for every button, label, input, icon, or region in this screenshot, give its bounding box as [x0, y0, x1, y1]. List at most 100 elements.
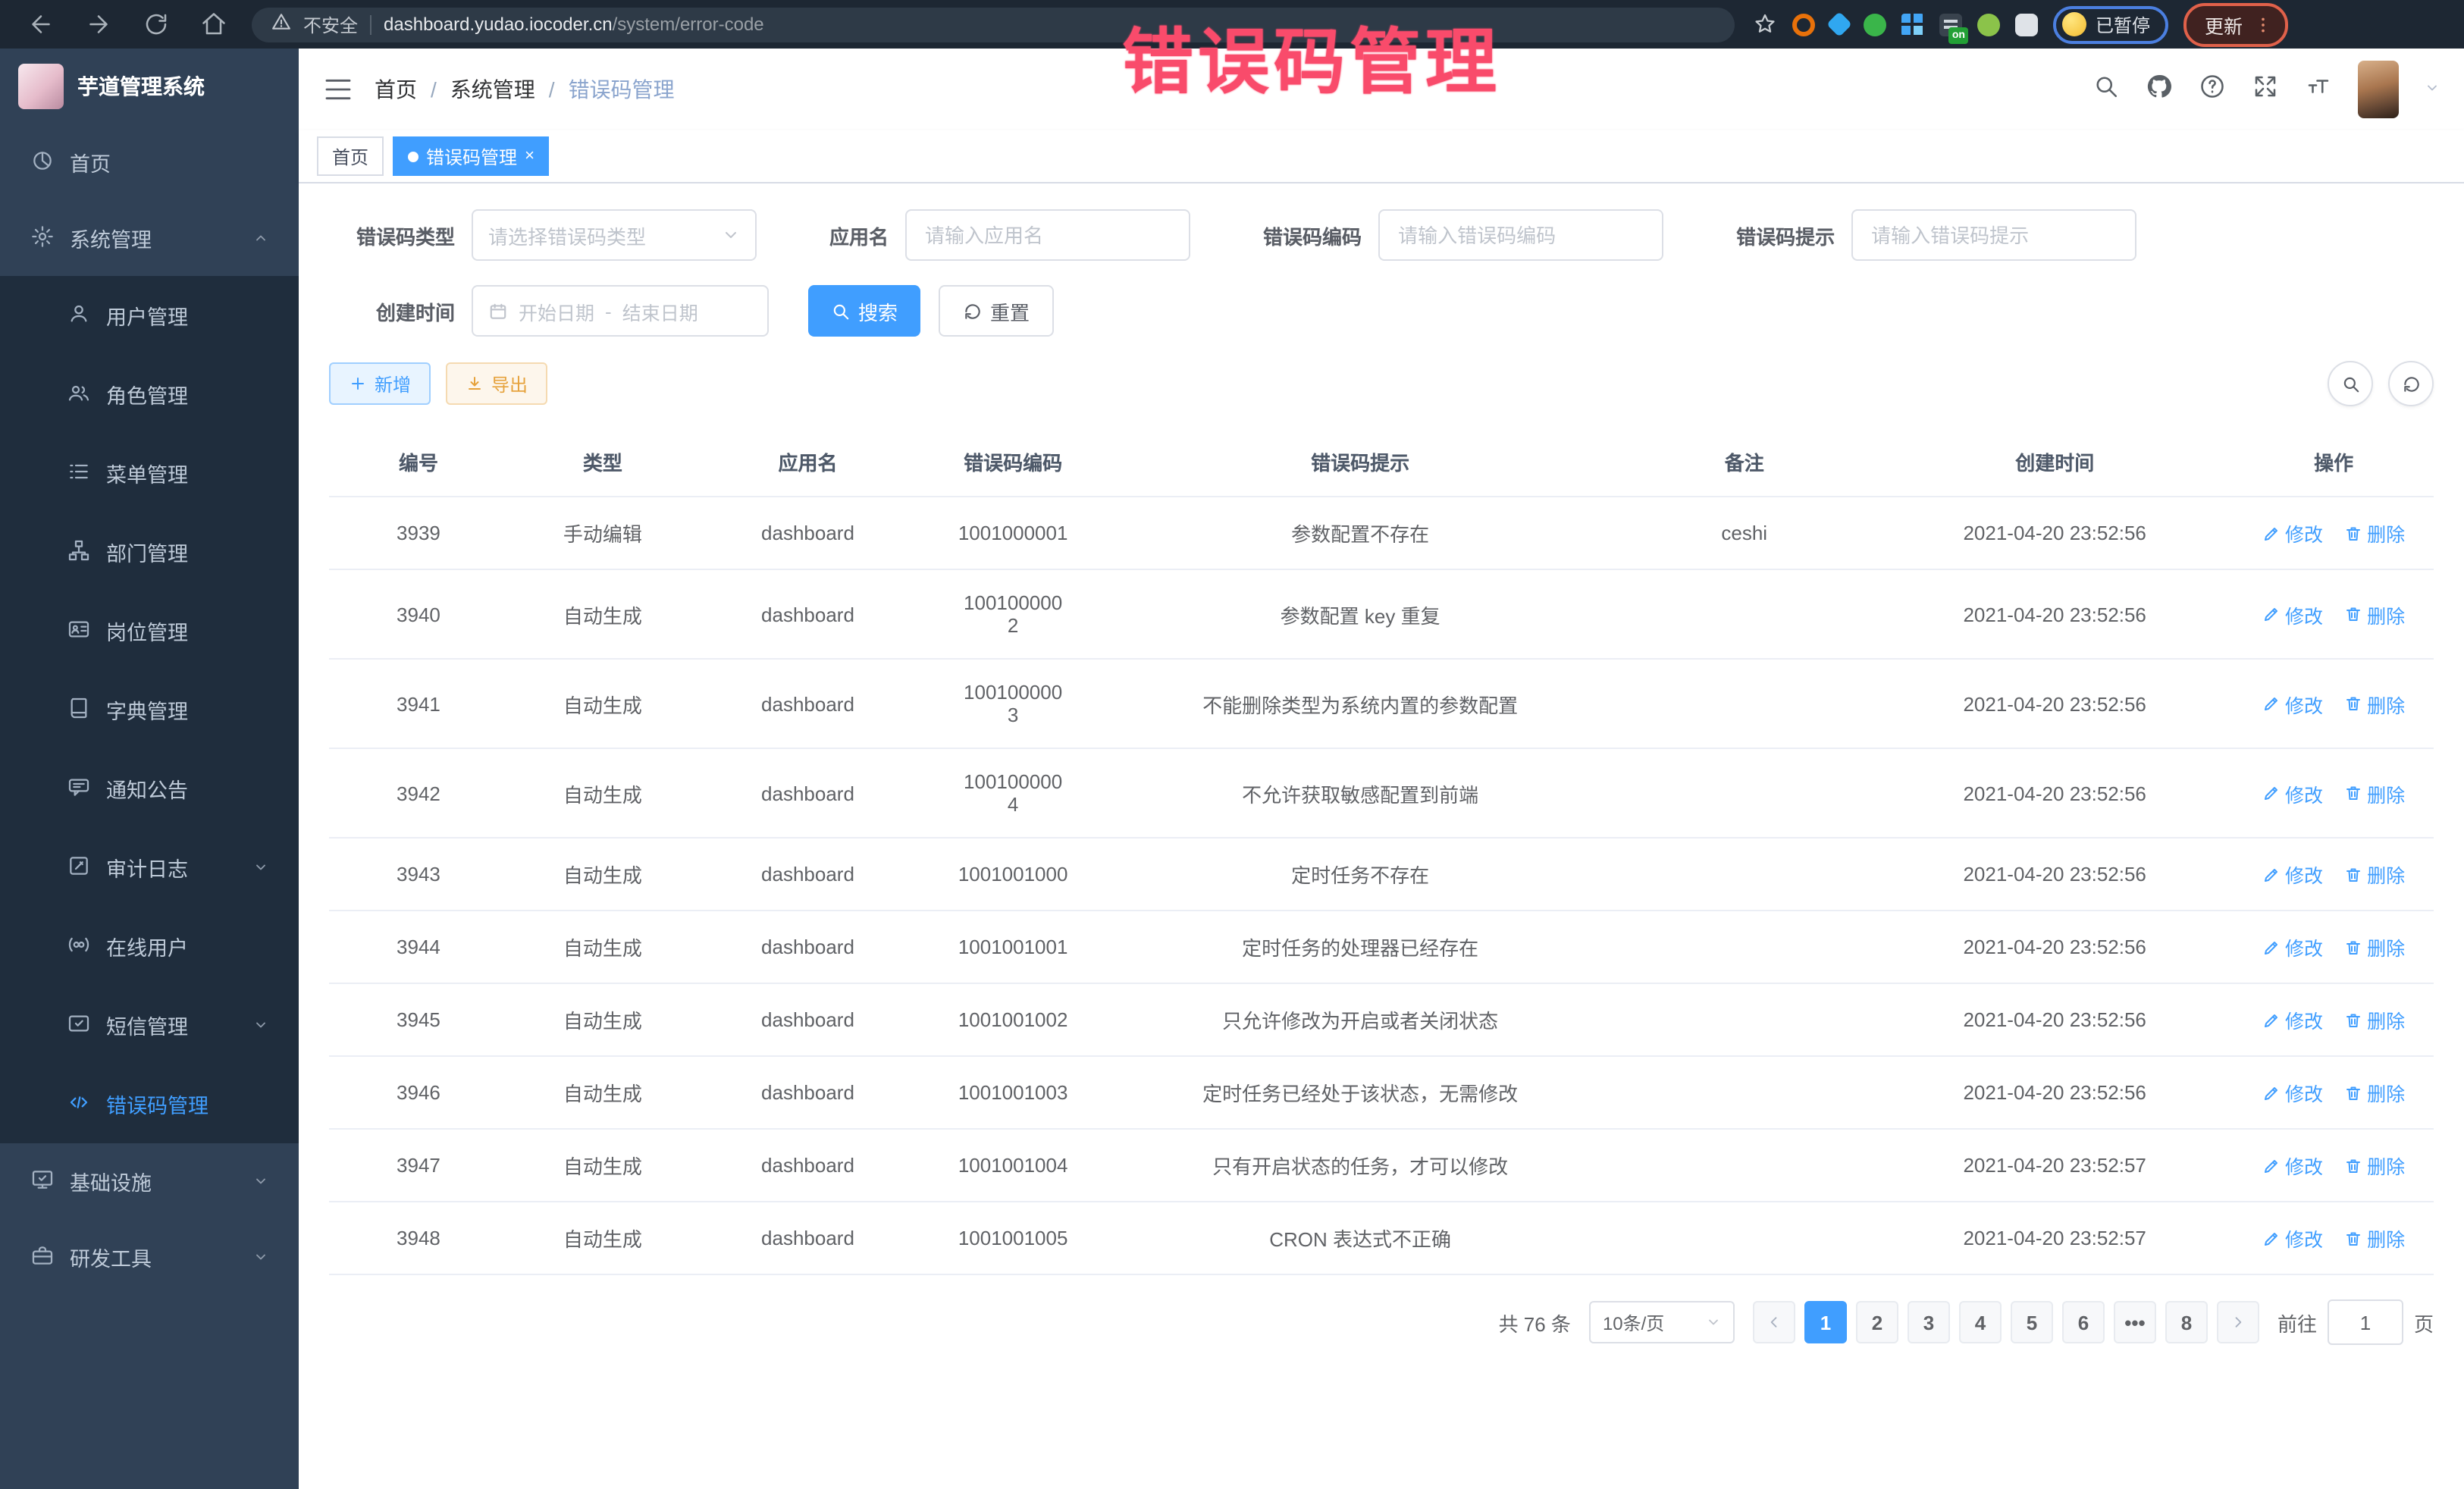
- page-button[interactable]: 3: [1908, 1301, 1950, 1343]
- extension-puzzle-icon[interactable]: [2015, 13, 2038, 36]
- prev-page-button[interactable]: [1753, 1301, 1795, 1343]
- sidebar-item[interactable]: 首页: [0, 124, 299, 200]
- extension-gem-icon[interactable]: [1826, 11, 1852, 37]
- delete-link[interactable]: 删除: [2344, 1005, 2405, 1034]
- delete-link[interactable]: 删除: [2344, 689, 2405, 718]
- active-tab-dot: [408, 151, 419, 161]
- page-button[interactable]: 2: [1856, 1301, 1898, 1343]
- forward-icon[interactable]: [85, 11, 112, 38]
- browser-update-button[interactable]: 更新: [2183, 2, 2288, 46]
- sidebar-item[interactable]: 系统管理: [0, 200, 299, 276]
- sidebar-item[interactable]: 菜单管理: [0, 434, 299, 513]
- sidebar-item[interactable]: 错误码管理: [0, 1064, 299, 1143]
- edit-link[interactable]: 修改: [2262, 1005, 2323, 1034]
- sidebar-item[interactable]: 通知公告: [0, 749, 299, 828]
- edit-link[interactable]: 修改: [2262, 1078, 2323, 1107]
- chevron-down-icon: [253, 856, 268, 879]
- sidebar-item[interactable]: 短信管理: [0, 986, 299, 1064]
- filter-row-2: 创建时间 开始日期 - 结束日期 搜索 重置: [329, 285, 2434, 337]
- delete-link[interactable]: 删除: [2344, 860, 2405, 889]
- next-page-button[interactable]: [2217, 1301, 2259, 1343]
- date-range-picker[interactable]: 开始日期 - 结束日期: [472, 285, 769, 337]
- sidebar-logo-row[interactable]: 芋道管理系统: [0, 49, 299, 124]
- page-button[interactable]: 8: [2165, 1301, 2208, 1343]
- search-button[interactable]: 搜索: [808, 285, 920, 337]
- sidebar-item[interactable]: 用户管理: [0, 276, 299, 355]
- delete-link[interactable]: 删除: [2344, 1224, 2405, 1252]
- delete-link[interactable]: 删除: [2344, 600, 2405, 629]
- delete-link[interactable]: 删除: [2344, 933, 2405, 961]
- cell-code: 1001001002: [918, 983, 1108, 1056]
- sidebar-item[interactable]: 部门管理: [0, 513, 299, 591]
- edit-link[interactable]: 修改: [2262, 933, 2323, 961]
- edit-link[interactable]: 修改: [2262, 1224, 2323, 1252]
- add-button[interactable]: 新增: [329, 362, 431, 405]
- show-search-toggle-button[interactable]: [2328, 361, 2373, 406]
- search-icon[interactable]: [2093, 72, 2120, 107]
- extension-key-icon[interactable]: [1977, 13, 2000, 36]
- address-bar[interactable]: 不安全 dashboard.yudao.iocoder.cn/system/er…: [252, 7, 1735, 42]
- avatar-caret-down-icon[interactable]: [2425, 76, 2440, 103]
- cell-hint: 不能删除类型为系统内置的参数配置: [1108, 659, 1613, 748]
- user-avatar[interactable]: [2358, 61, 2399, 118]
- sidebar-item[interactable]: 研发工具: [0, 1219, 299, 1295]
- tag-tab[interactable]: 错误码管理×: [393, 136, 550, 176]
- sidebar-item[interactable]: 在线用户: [0, 907, 299, 986]
- help-icon[interactable]: [2199, 72, 2226, 107]
- refresh-table-button[interactable]: [2388, 361, 2434, 406]
- paused-extension-pill[interactable]: 已暂停: [2053, 5, 2168, 43]
- fullscreen-icon[interactable]: [2252, 72, 2279, 107]
- page-button[interactable]: 5: [2011, 1301, 2053, 1343]
- extension-switch-icon[interactable]: on: [1939, 13, 1962, 36]
- extension-green-circle-icon[interactable]: [1864, 13, 1886, 36]
- goto-page-input[interactable]: [2328, 1299, 2403, 1345]
- error-type-select[interactable]: 请选择错误码类型: [472, 209, 757, 261]
- delete-link[interactable]: 删除: [2344, 1078, 2405, 1107]
- sidebar-item-label: 研发工具: [70, 1242, 152, 1272]
- cell-app: dashboard: [698, 569, 918, 659]
- edit-link[interactable]: 修改: [2262, 689, 2323, 718]
- page-button[interactable]: 6: [2062, 1301, 2105, 1343]
- error-code-input[interactable]: [1395, 222, 1647, 248]
- edit-link[interactable]: 修改: [2262, 1151, 2323, 1180]
- sms-icon: [67, 1011, 91, 1039]
- delete-link[interactable]: 删除: [2344, 779, 2405, 807]
- delete-link[interactable]: 删除: [2344, 519, 2405, 547]
- sidebar-item[interactable]: 审计日志: [0, 828, 299, 907]
- breadcrumb-item[interactable]: 系统管理: [450, 74, 535, 105]
- edit-link[interactable]: 修改: [2262, 860, 2323, 889]
- cell-time: 2021-04-20 23:52:56: [1876, 659, 2234, 748]
- sidebar-item[interactable]: 角色管理: [0, 355, 299, 434]
- filter-error-type: 错误码类型 请选择错误码类型: [329, 209, 757, 261]
- close-tab-icon[interactable]: ×: [525, 148, 534, 165]
- reset-button[interactable]: 重置: [939, 285, 1054, 337]
- export-button[interactable]: 导出: [446, 362, 547, 405]
- breadcrumb-item[interactable]: 首页: [375, 74, 417, 105]
- app-name-input[interactable]: [922, 222, 1174, 248]
- dev-tools-icon: [30, 1243, 55, 1271]
- github-icon[interactable]: [2146, 72, 2173, 107]
- delete-link[interactable]: 删除: [2344, 1151, 2405, 1180]
- sidebar-item[interactable]: 岗位管理: [0, 591, 299, 670]
- breadcrumb: 首页/系统管理/错误码管理: [375, 74, 675, 105]
- hamburger-icon[interactable]: [323, 74, 353, 105]
- sidebar-item[interactable]: 基础设施: [0, 1143, 299, 1219]
- back-icon[interactable]: [27, 11, 55, 38]
- bookmark-star-icon[interactable]: [1753, 12, 1777, 36]
- browser-home-icon[interactable]: [200, 11, 227, 38]
- page-button[interactable]: 1: [1804, 1301, 1847, 1343]
- page-size-select[interactable]: 10条/页: [1589, 1301, 1735, 1343]
- extension-ring-icon[interactable]: [1792, 13, 1815, 36]
- edit-link[interactable]: 修改: [2262, 519, 2323, 547]
- tag-tab[interactable]: 首页: [317, 136, 384, 176]
- sidebar-item[interactable]: 字典管理: [0, 670, 299, 749]
- page-button[interactable]: 4: [1959, 1301, 2002, 1343]
- font-size-icon[interactable]: [2305, 72, 2332, 107]
- pager-ellipsis[interactable]: •••: [2114, 1301, 2156, 1343]
- extension-grid-icon[interactable]: [1901, 13, 1924, 36]
- edit-link[interactable]: 修改: [2262, 779, 2323, 807]
- reload-icon[interactable]: [143, 11, 170, 38]
- error-hint-input[interactable]: [1868, 222, 2120, 248]
- cell-app: dashboard: [698, 1129, 918, 1202]
- edit-link[interactable]: 修改: [2262, 600, 2323, 629]
